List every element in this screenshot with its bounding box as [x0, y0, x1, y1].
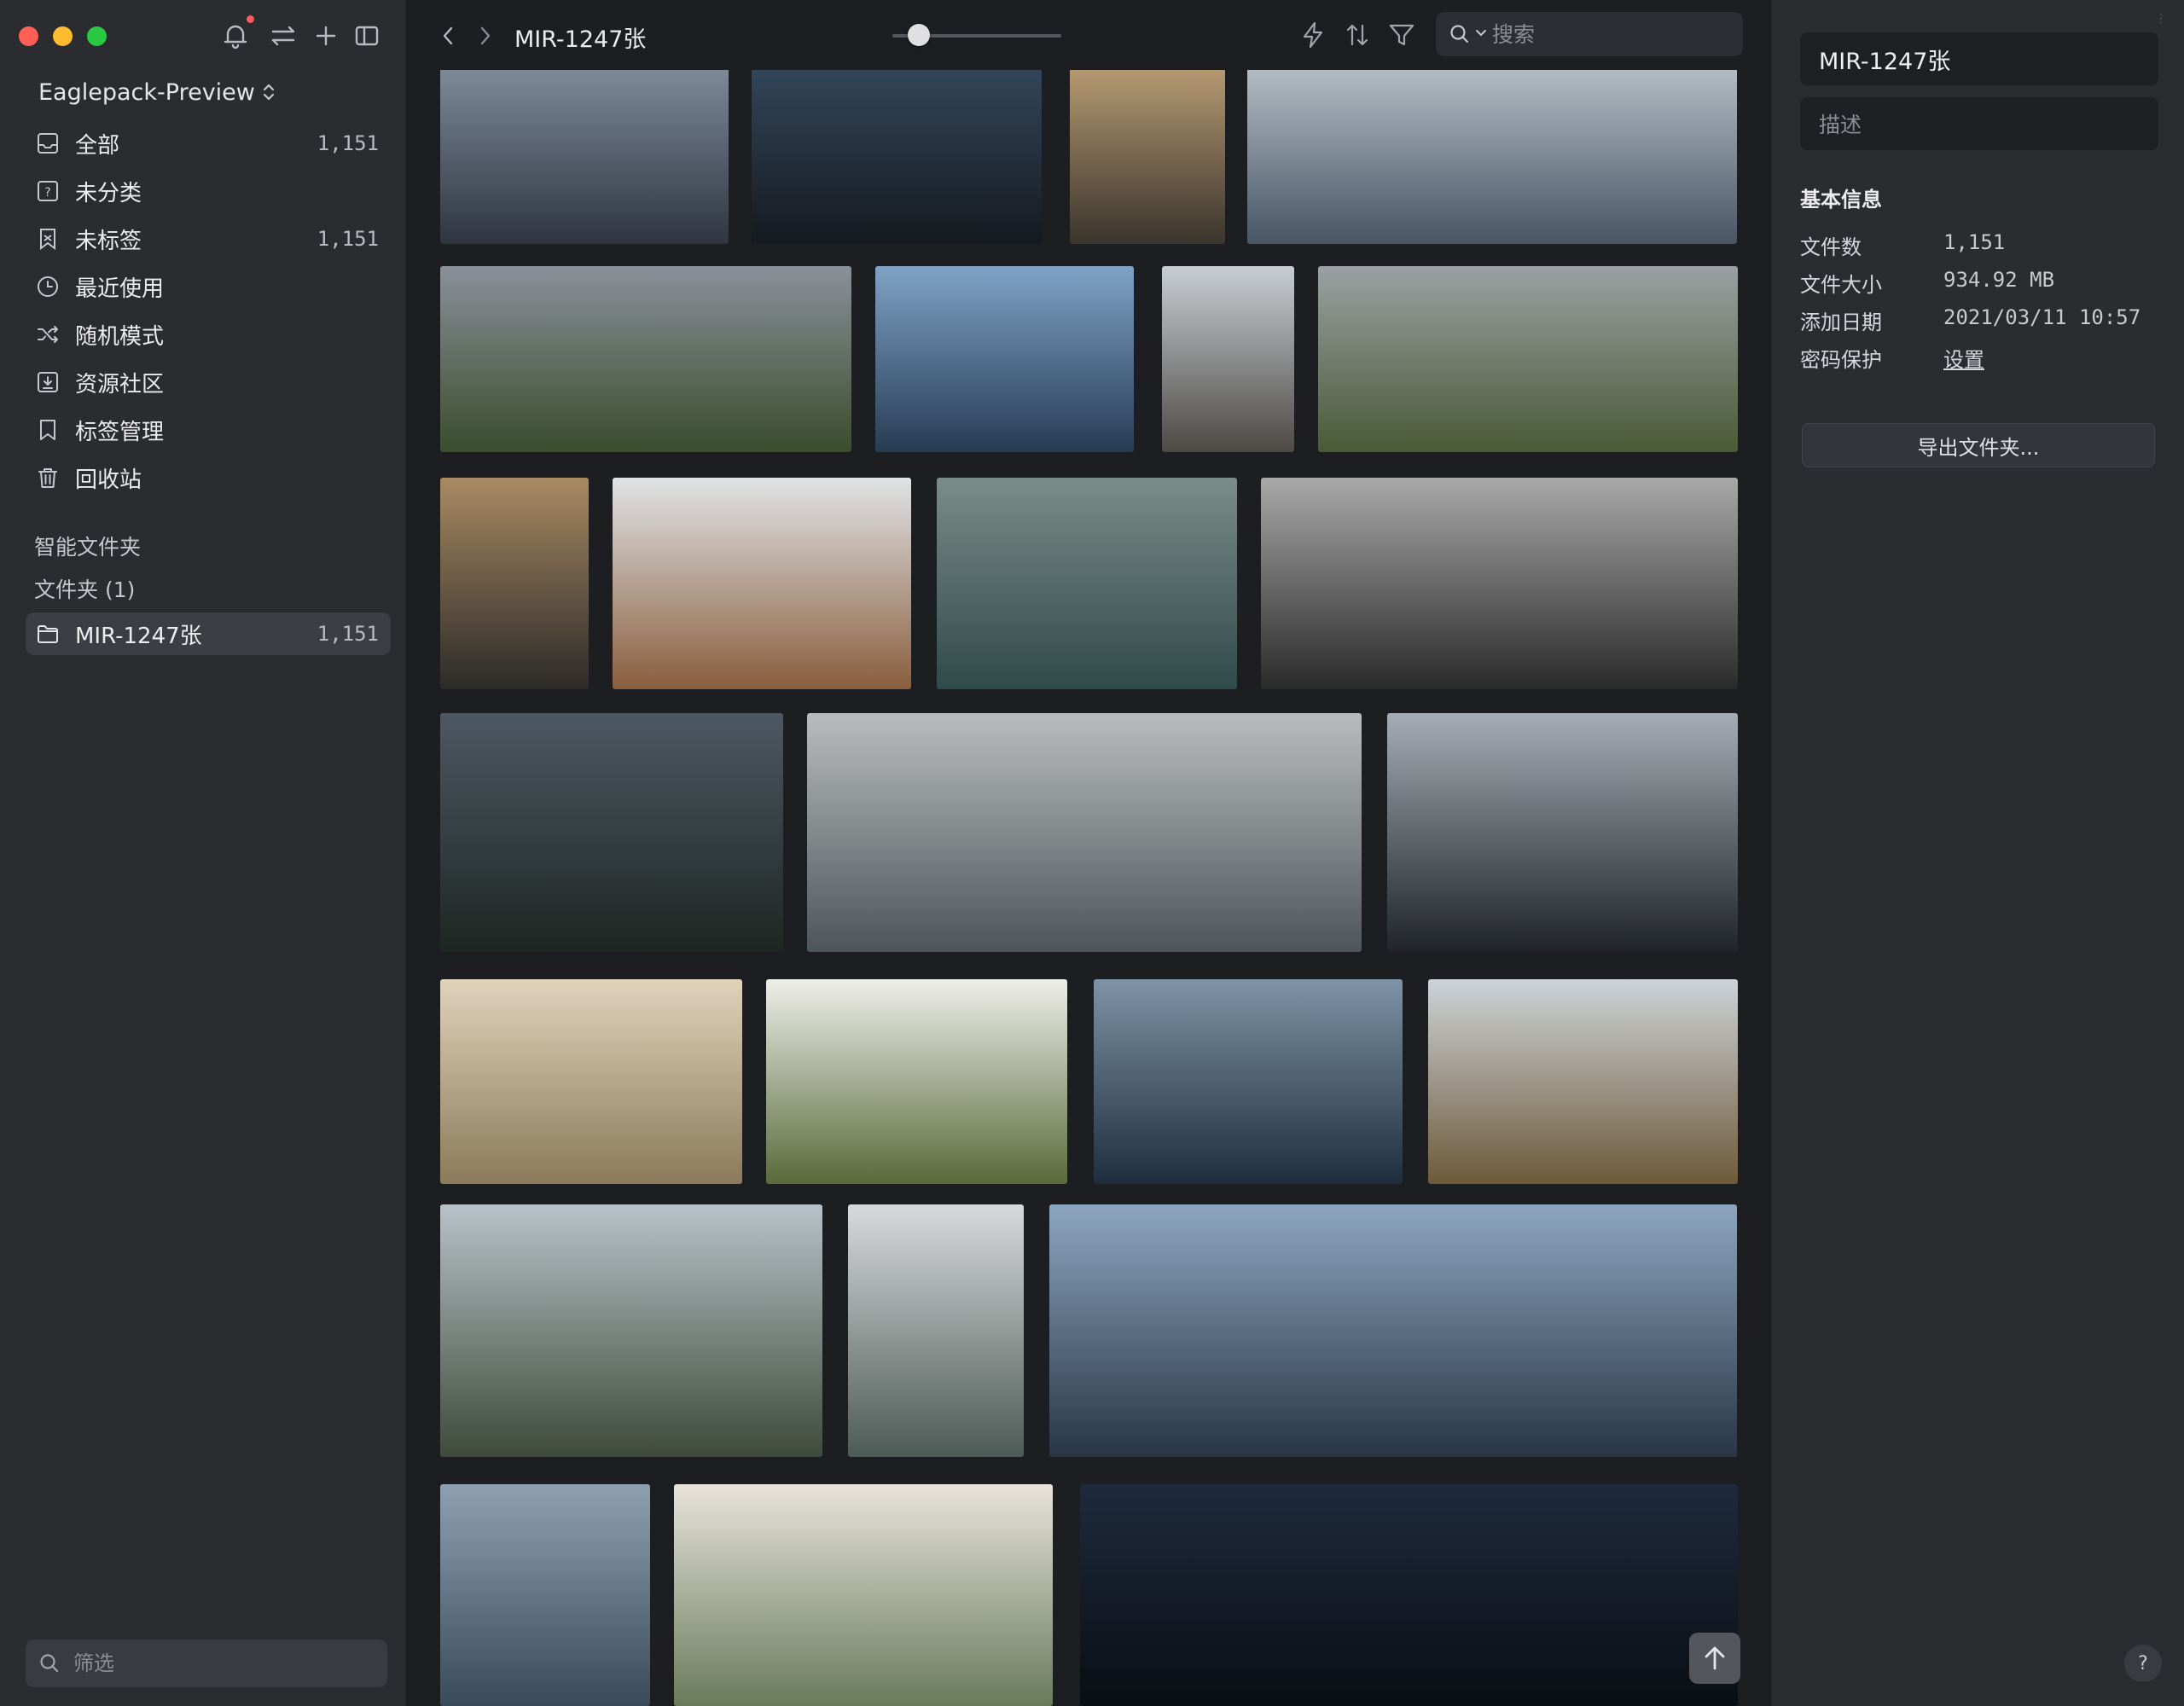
inspector-panel: MIR-1247张 描述 基本信息 文件数 1,151 文件大小 934.92 …	[1769, 0, 2184, 1706]
password-setup-link[interactable]: 设置	[1943, 343, 1984, 373]
thumb-dusk-houses[interactable]	[440, 713, 783, 952]
thumb-terrace-housing[interactable]	[440, 1204, 822, 1457]
thumb-lake-building[interactable]	[1247, 70, 1737, 244]
folder-name-field[interactable]: MIR-1247张	[1800, 32, 2158, 85]
clock-icon	[36, 275, 60, 299]
search-icon	[1450, 25, 1469, 44]
back-button[interactable]	[433, 19, 464, 53]
bell-icon[interactable]	[218, 19, 253, 53]
thumb-night-panorama[interactable]	[1080, 1484, 1738, 1706]
sidebar-toggle-icon[interactable]	[350, 19, 384, 53]
thumb-stadium-dusk[interactable]	[1049, 1204, 1737, 1457]
sidebar-item-recent[interactable]: 最近使用	[26, 265, 391, 308]
sidebar-item-unsorted[interactable]: ? 未分类	[26, 170, 391, 212]
chevron-down-icon[interactable]	[1475, 27, 1487, 39]
thumb-aerial-wedge[interactable]	[848, 1204, 1024, 1457]
search-input[interactable]	[1492, 17, 1731, 51]
info-row-date-added: 添加日期 2021/03/11 10:57	[1800, 305, 2141, 334]
svg-text:?: ?	[44, 186, 50, 200]
thumb-pyramid-tower[interactable]	[1387, 713, 1738, 952]
trash-icon	[36, 466, 60, 490]
folders-header[interactable]: 文件夹 (1)	[34, 573, 135, 604]
basic-info-header: 基本信息	[1800, 188, 1882, 212]
filter-field[interactable]	[26, 1639, 387, 1687]
thumb-campus-aerial[interactable]	[613, 478, 911, 689]
lightning-icon[interactable]	[1297, 19, 1329, 51]
shuffle-icon	[36, 322, 60, 346]
zoom-slider-handle[interactable]	[907, 24, 930, 46]
export-folder-button[interactable]: 导出文件夹...	[1802, 423, 2155, 467]
image-grid	[408, 70, 1769, 1706]
help-button[interactable]: ?	[2124, 1645, 2162, 1682]
folder-icon	[36, 622, 60, 646]
download-box-icon	[36, 370, 60, 394]
info-row-file-size: 文件大小 934.92 MB	[1800, 268, 2055, 297]
thumb-harbor-town[interactable]	[440, 1484, 650, 1706]
inbox-icon	[36, 131, 60, 155]
chevron-left-icon	[443, 26, 453, 45]
thumb-water-disc[interactable]	[1094, 979, 1403, 1184]
info-row-file-count: 文件数 1,151	[1800, 230, 2006, 259]
chevron-right-icon	[480, 26, 491, 45]
library-switcher[interactable]: Eaglepack-Preview	[38, 75, 276, 109]
sidebar-item-tag-manager[interactable]: 标签管理	[26, 409, 391, 451]
toolbar: MIR-1247张	[408, 0, 1769, 70]
plus-icon[interactable]	[309, 19, 343, 53]
info-row-password: 密码保护 设置	[1800, 343, 2158, 374]
thumb-crowd-hall[interactable]	[440, 478, 589, 689]
thumb-curved-interior[interactable]	[440, 266, 851, 452]
thumb-spire-street[interactable]	[1162, 266, 1294, 452]
sidebar-item-random[interactable]: 随机模式	[26, 313, 391, 356]
thumb-bridge-night[interactable]	[440, 70, 729, 244]
window-minimize-button[interactable]	[53, 26, 73, 46]
resize-grip-icon[interactable]: ⋮	[2155, 12, 2167, 26]
updown-chevron-icon	[263, 84, 274, 101]
folder-item-mir[interactable]: MIR-1247张 1,151	[26, 612, 391, 655]
window-maximize-button[interactable]	[87, 26, 107, 46]
forward-button[interactable]	[469, 19, 500, 53]
thumb-bw-trees[interactable]	[1261, 478, 1738, 689]
untagged-icon	[36, 227, 60, 251]
sidebar-item-trash[interactable]: 回收站	[26, 456, 391, 499]
thumb-hillside-aerial[interactable]	[674, 1484, 1053, 1706]
thumb-autumn-blocks[interactable]	[1428, 979, 1738, 1184]
sidebar-item-community[interactable]: 资源社区	[26, 361, 391, 403]
thumb-towers-night[interactable]	[752, 70, 1042, 244]
thumb-lake-house[interactable]	[807, 713, 1362, 952]
sidebar: Eaglepack-Preview 全部 1,151 ? 未分类 未标签 1,1…	[0, 0, 408, 1706]
unsorted-icon: ?	[36, 179, 60, 203]
scroll-to-top-button[interactable]	[1689, 1633, 1740, 1684]
smart-folders-header[interactable]: 智能文件夹	[34, 531, 141, 561]
thumb-wood-facade[interactable]	[1070, 70, 1225, 244]
thumb-bright-hall[interactable]	[440, 979, 742, 1184]
thumb-mountain-valley[interactable]	[1318, 266, 1738, 452]
sidebar-item-all[interactable]: 全部 1,151	[26, 122, 391, 165]
sidebar-item-untagged[interactable]: 未标签 1,151	[26, 218, 391, 260]
thumb-white-villas[interactable]	[766, 979, 1067, 1184]
thumb-glass-towers[interactable]	[875, 266, 1134, 452]
description-field[interactable]: 描述	[1800, 97, 2158, 150]
library-name: Eaglepack-Preview	[38, 78, 255, 106]
search-icon	[40, 1654, 59, 1673]
filter-input[interactable]	[73, 1646, 380, 1680]
window-close-button[interactable]	[19, 26, 38, 46]
folder-title: MIR-1247张	[514, 26, 647, 53]
notification-dot	[247, 15, 254, 23]
sort-icon[interactable]	[1341, 19, 1374, 51]
bookmark-icon	[36, 418, 60, 442]
filter-funnel-icon[interactable]	[1385, 19, 1418, 51]
thumb-wavy-towers[interactable]	[937, 478, 1237, 689]
search-field[interactable]	[1436, 12, 1743, 56]
sync-arrows-icon[interactable]	[266, 19, 300, 53]
arrow-up-icon	[1705, 1646, 1725, 1670]
